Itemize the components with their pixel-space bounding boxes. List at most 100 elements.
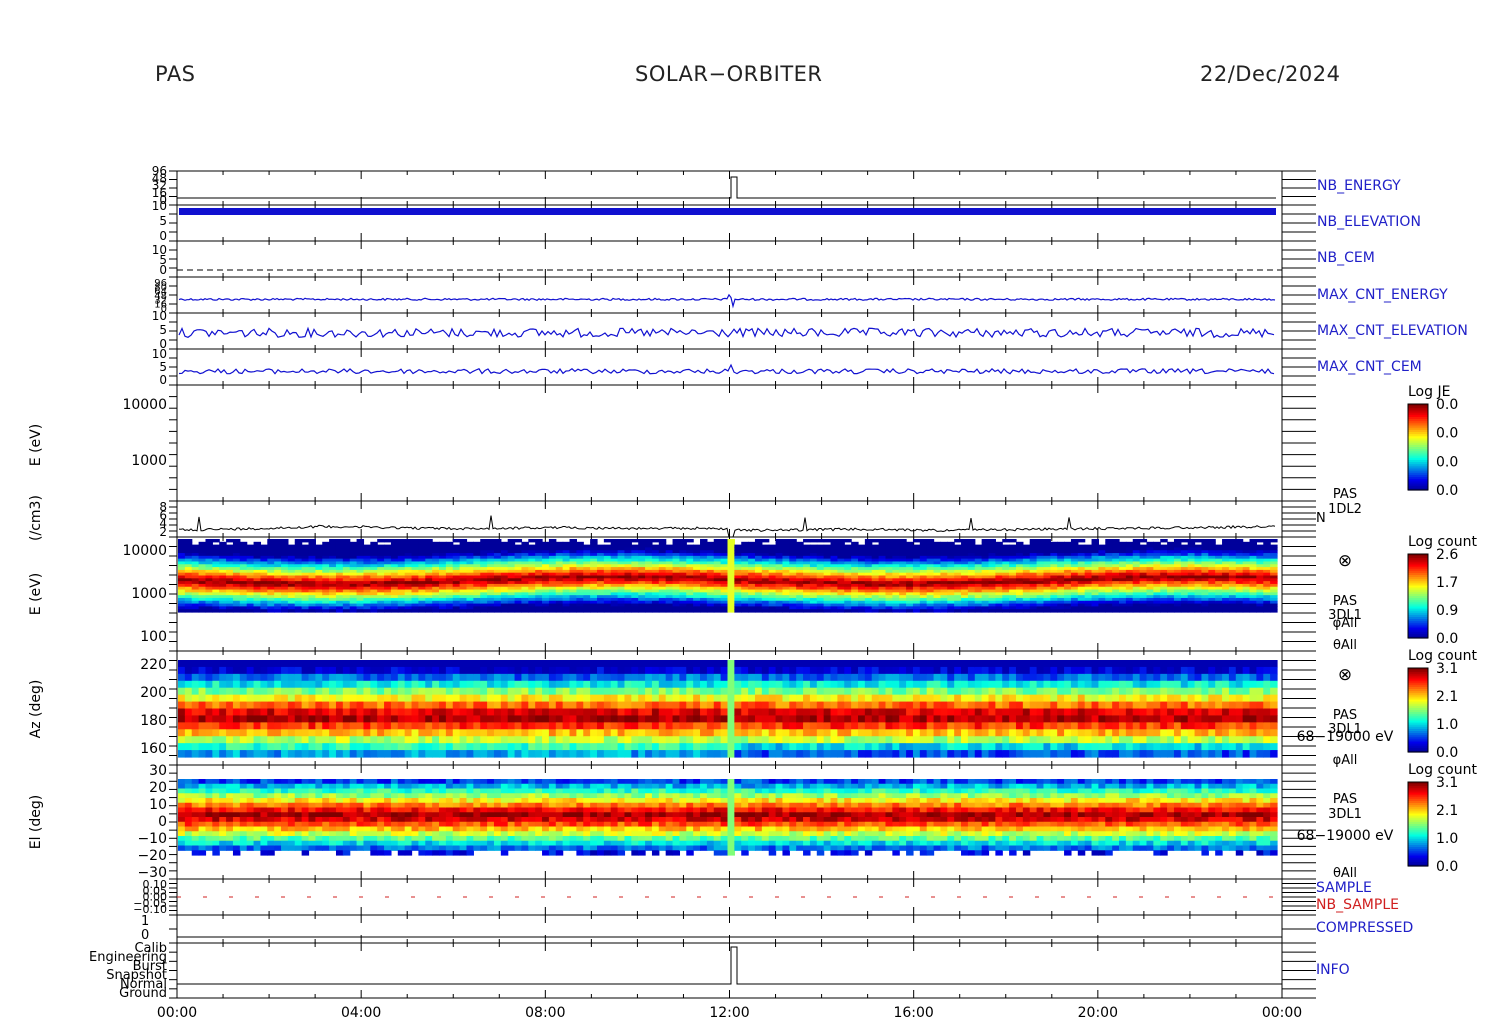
az-heat-cell — [184, 729, 193, 737]
max-cnt-elevation-ytick-label: 5 — [159, 323, 167, 337]
e-l1-heat-cell — [693, 609, 701, 613]
nb-energy-trace — [177, 176, 1276, 199]
az-heat-cell — [184, 673, 193, 682]
density-side-label: 1DL2 — [1328, 502, 1362, 517]
e-l1-heat-cell — [562, 609, 571, 613]
e-l2-colorbar-tick-label: 0.0 — [1436, 397, 1458, 413]
e-l1-heat-cell — [178, 609, 186, 613]
e-l1-heat-cell — [940, 609, 948, 613]
e-l1-heat-cell — [851, 609, 859, 613]
e-l1-heat-cell — [253, 609, 262, 613]
e-l1-heat-cell — [761, 539, 770, 543]
az-heat-cell — [178, 722, 186, 730]
e-l1-heat-cell — [1112, 609, 1120, 613]
az-heat-cell — [178, 687, 186, 696]
az-heat-cell — [184, 687, 193, 696]
e-l2-colorbar — [1407, 403, 1429, 491]
e-l1-heat-cell — [384, 609, 392, 613]
az-heat-cell — [232, 729, 241, 737]
az-heat-cell — [191, 750, 200, 758]
az-heat-cell — [178, 694, 186, 703]
e-l1-heat-cell — [878, 609, 887, 613]
e-l1-heat-cell — [418, 609, 426, 613]
e-l1-heat-cell — [226, 539, 234, 543]
e-l1-heat-cell — [1002, 539, 1010, 543]
e-l1-heat-cell — [404, 609, 413, 613]
e-l1-heat-cell — [947, 609, 955, 613]
nb-elevation-ytick-label: 10 — [152, 199, 167, 213]
az-heat-cell — [232, 722, 241, 730]
az-heat-cell — [191, 673, 200, 682]
e-l1-heat-cell — [1173, 609, 1182, 613]
e-l1-heat-cell — [356, 609, 365, 613]
e-l1-heat-cell — [638, 609, 646, 613]
e-l1-heat-cell — [542, 609, 550, 613]
e-l1-heat-cell — [706, 609, 715, 613]
e-l1-heat-cell — [892, 609, 900, 613]
e-l1-heat-cell — [287, 609, 296, 613]
e-l1-heat-cell — [363, 609, 371, 613]
e-l1-heat-cell — [226, 609, 234, 613]
max-cnt-elevation-trace — [178, 326, 1275, 339]
e-l1-heat-cell — [1187, 609, 1196, 613]
az-heat-cell — [198, 715, 207, 723]
az-heat-cell — [212, 694, 220, 703]
e-l2-ylabel: E (eV) — [28, 424, 44, 466]
e-l1-heat-cell — [906, 609, 914, 613]
e-l2-ytick-label: 1000 — [131, 453, 167, 469]
e-l1-heat-cell — [734, 609, 742, 613]
e-l1-heat-cell — [912, 609, 921, 613]
az-heat-cell — [191, 694, 200, 703]
e-l1-heat-cell — [576, 609, 584, 613]
az-heat-cell — [191, 708, 200, 717]
az-heat-cell — [178, 673, 186, 682]
e-l1-heat-cell — [569, 609, 577, 613]
e-l1-heat-cell — [1057, 609, 1065, 613]
e-l1-heat-cell — [789, 609, 797, 613]
az-heat-cell — [226, 701, 234, 710]
e-l1-heat-cell — [1077, 609, 1086, 613]
e-l1-heat-cell — [1125, 609, 1134, 613]
e-l1-heat-cell — [212, 609, 220, 613]
e-l1-heat-cell — [961, 609, 969, 613]
az-heat-cell — [205, 729, 213, 737]
az-heat-cell — [226, 750, 234, 758]
az-heat-cell — [205, 722, 213, 730]
nb-elevation-trace — [179, 208, 1276, 215]
e-l1-heat-cell — [281, 609, 289, 613]
e-l1-heat-cell — [555, 609, 564, 613]
az-heat-cell — [184, 743, 193, 751]
e-l1-heat-cell — [1270, 609, 1278, 613]
e-l1-heat-cell — [933, 609, 942, 613]
az-heat-cell — [219, 666, 227, 675]
e-l1-heat-cell — [370, 609, 378, 613]
e-l1-heat-cell — [308, 609, 316, 613]
az-heat-cell — [219, 743, 227, 751]
az-heat-cell — [205, 680, 213, 689]
e-l1-heat-cell — [912, 539, 921, 543]
az-heat-cell — [184, 736, 193, 744]
max-cnt-energy-label: MAX_CNT_ENERGY — [1317, 287, 1448, 303]
e-l1-heat-cell — [1235, 609, 1244, 613]
e-l1-heat-cell — [871, 539, 880, 543]
max-cnt-energy-trace — [178, 293, 1276, 309]
az-heat-cell — [191, 666, 200, 675]
e-l1-heat-cell — [816, 539, 825, 543]
az-heat-cell — [191, 736, 200, 744]
az-heat-cell — [184, 701, 193, 710]
e-l1-heat-cell — [329, 609, 337, 613]
az-heat-cell — [198, 660, 207, 668]
az-heat-cell — [198, 666, 207, 675]
e-l1-heat-cell — [528, 539, 536, 543]
e-l1-colorbar-tick-label: 0.9 — [1436, 603, 1458, 619]
e-l1-heat-cell — [1194, 539, 1203, 543]
e-l1-side-label: φAll — [1333, 616, 1358, 631]
az-heat-cell — [178, 666, 186, 675]
az-heat-cell — [232, 666, 241, 675]
az-heat-cell — [205, 701, 213, 710]
az-heat-cell — [198, 687, 207, 696]
e-l1-heat-cell — [864, 609, 873, 613]
az-heat-cell — [178, 750, 186, 758]
e-l1-heat — [178, 539, 1278, 613]
e-l1-heat-cell — [246, 609, 255, 613]
